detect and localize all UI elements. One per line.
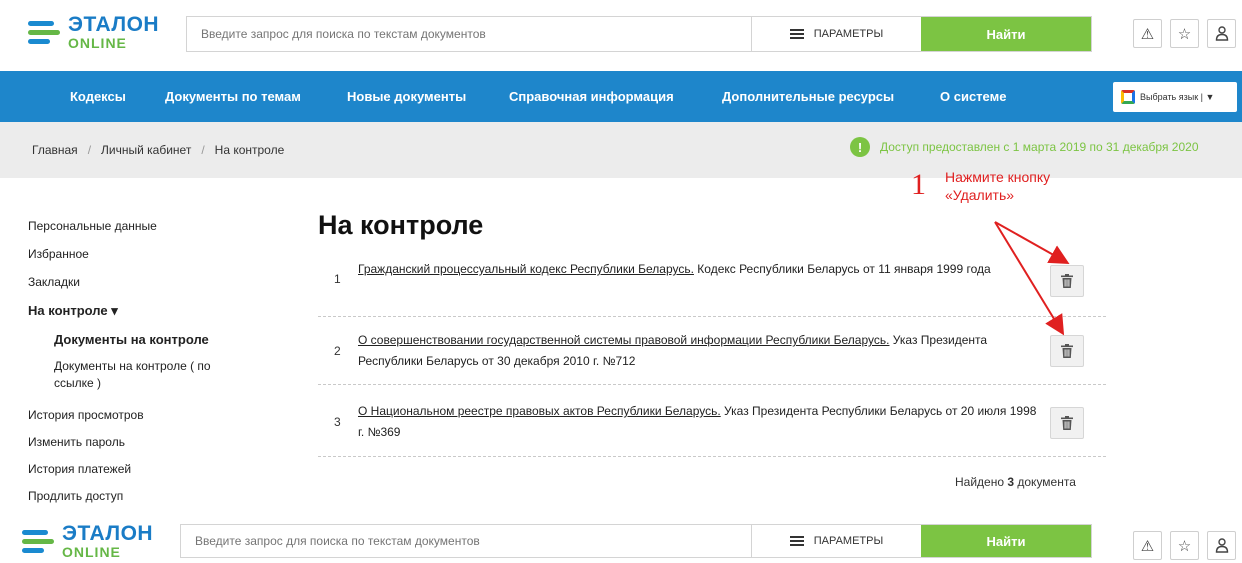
logo-icon bbox=[28, 20, 60, 44]
user-icon[interactable] bbox=[1207, 531, 1236, 560]
bottom-header: ЭТАЛОН ONLINE ПАРАМЕТРЫ Найти bbox=[0, 517, 1242, 563]
header-icon-group: ⚠ ☆ bbox=[1133, 531, 1236, 560]
star-icon[interactable]: ☆ bbox=[1170, 19, 1199, 48]
trash-icon bbox=[1061, 344, 1073, 358]
document-row: 1 Гражданский процессуальный кодекс Респ… bbox=[318, 249, 1106, 317]
params-label: ПАРАМЕТРЫ bbox=[813, 28, 884, 40]
document-description: О совершенствовании государственной сист… bbox=[358, 330, 1038, 372]
found-count: Найдено 3 документа bbox=[955, 475, 1076, 489]
document-link[interactable]: О совершенствовании государственной сист… bbox=[358, 333, 889, 347]
nav-item-reference[interactable]: Справочная информация bbox=[509, 89, 674, 104]
nav-item-about[interactable]: О системе bbox=[940, 89, 1006, 104]
nav-item-extra-resources[interactable]: Дополнительные ресурсы bbox=[722, 89, 894, 104]
find-button[interactable]: Найти bbox=[921, 525, 1091, 557]
nav-item-new-docs[interactable]: Новые документы bbox=[347, 89, 466, 104]
document-number: 3 bbox=[334, 415, 341, 429]
trash-icon bbox=[1061, 274, 1073, 288]
breadcrumb-current: На контроле bbox=[214, 143, 285, 157]
sliders-icon bbox=[789, 536, 804, 546]
delete-button[interactable] bbox=[1050, 407, 1084, 439]
sidebar-subitem-docs-by-link[interactable]: Документы на контроле ( по ссылке ) bbox=[54, 358, 244, 392]
document-row: 2 О совершенствовании государственной си… bbox=[318, 317, 1106, 385]
main-nav: Кодексы Документы по темам Новые докумен… bbox=[0, 71, 1242, 122]
access-text: Доступ предоставлен с 1 марта 2019 по 31… bbox=[880, 140, 1199, 154]
breadcrumb: Главная / Личный кабинет / На контроле bbox=[32, 143, 284, 157]
logo-sub-text: ONLINE bbox=[68, 35, 127, 51]
exclamation-icon: ! bbox=[850, 137, 870, 157]
sidebar-item-bookmarks[interactable]: Закладки bbox=[28, 275, 80, 289]
found-suffix: документа bbox=[1014, 475, 1076, 489]
delete-button[interactable] bbox=[1050, 335, 1084, 367]
delete-button[interactable] bbox=[1050, 265, 1084, 297]
sidebar-item-on-control[interactable]: На контроле ▾ bbox=[28, 303, 118, 319]
find-button[interactable]: Найти bbox=[921, 17, 1091, 51]
document-number: 1 bbox=[334, 272, 341, 286]
params-label: ПАРАМЕТРЫ bbox=[813, 535, 884, 547]
trash-icon bbox=[1061, 416, 1073, 430]
page-title: На контроле bbox=[318, 210, 484, 240]
etalon-logo[interactable]: ЭТАЛОН ONLINE bbox=[28, 14, 159, 50]
logo-sub-text: ONLINE bbox=[62, 544, 121, 560]
language-select-label: Выбрать язык | ▼ bbox=[1140, 92, 1215, 102]
search-input[interactable] bbox=[181, 525, 751, 557]
logo-main-text: ЭТАЛОН bbox=[68, 13, 160, 36]
access-status: ! Доступ предоставлен с 1 марта 2019 по … bbox=[850, 137, 1199, 157]
document-description: Гражданский процессуальный кодекс Респуб… bbox=[358, 259, 1038, 280]
document-link[interactable]: Гражданский процессуальный кодекс Респуб… bbox=[358, 262, 694, 276]
breadcrumb-separator: / bbox=[201, 143, 205, 157]
sliders-icon bbox=[789, 29, 804, 39]
nav-item-codex[interactable]: Кодексы bbox=[70, 89, 126, 104]
warning-icon[interactable]: ⚠ bbox=[1133, 19, 1162, 48]
logo-main-text: ЭТАЛОН bbox=[62, 522, 154, 545]
header-icon-group: ⚠ ☆ bbox=[1133, 19, 1236, 48]
sidebar-item-payments[interactable]: История платежей bbox=[28, 462, 131, 476]
document-link[interactable]: О Национальном реестре правовых актов Ре… bbox=[358, 404, 721, 418]
sidebar-item-extend-access[interactable]: Продлить доступ bbox=[28, 489, 123, 503]
breadcrumb-separator: / bbox=[87, 143, 92, 157]
top-header: ЭТАЛОН ONLINE ПАРАМЕТРЫ Найти ⚠ ☆ bbox=[0, 0, 1242, 64]
search-bar: ПАРАМЕТРЫ Найти bbox=[180, 524, 1092, 558]
found-prefix: Найдено bbox=[955, 475, 1008, 489]
document-details: Кодекс Республики Беларусь от 11 января … bbox=[693, 262, 991, 276]
annotation-number: 1 bbox=[911, 168, 926, 201]
sidebar-item-personal-data[interactable]: Персональные данные bbox=[28, 219, 157, 233]
etalon-logo[interactable]: ЭТАЛОН ONLINE bbox=[22, 523, 153, 559]
params-button[interactable]: ПАРАМЕТРЫ bbox=[751, 17, 921, 51]
search-bar: ПАРАМЕТРЫ Найти bbox=[186, 16, 1092, 52]
annotation-text: Нажмите кнопку «Удалить» bbox=[945, 169, 1051, 203]
search-input[interactable] bbox=[187, 17, 751, 51]
logo-icon bbox=[22, 529, 54, 553]
nav-item-docs-by-topic[interactable]: Документы по темам bbox=[165, 89, 301, 104]
user-icon[interactable] bbox=[1207, 19, 1236, 48]
google-translate-icon bbox=[1121, 90, 1135, 104]
document-description: О Национальном реестре правовых актов Ре… bbox=[358, 401, 1038, 443]
sidebar-item-change-password[interactable]: Изменить пароль bbox=[28, 435, 125, 449]
breadcrumb-home[interactable]: Главная bbox=[32, 143, 78, 157]
breadcrumb-cabinet[interactable]: Личный кабинет bbox=[101, 143, 191, 157]
language-select[interactable]: Выбрать язык | ▼ bbox=[1113, 82, 1237, 112]
params-button[interactable]: ПАРАМЕТРЫ bbox=[751, 525, 921, 557]
document-number: 2 bbox=[334, 344, 341, 358]
warning-icon[interactable]: ⚠ bbox=[1133, 531, 1162, 560]
sidebar-item-favorites[interactable]: Избранное bbox=[28, 247, 89, 261]
document-row: 3 О Национальном реестре правовых актов … bbox=[318, 389, 1106, 457]
star-icon[interactable]: ☆ bbox=[1170, 531, 1199, 560]
sidebar-item-history[interactable]: История просмотров bbox=[28, 408, 144, 422]
sidebar-subitem-docs-on-control[interactable]: Документы на контроле bbox=[54, 332, 209, 347]
